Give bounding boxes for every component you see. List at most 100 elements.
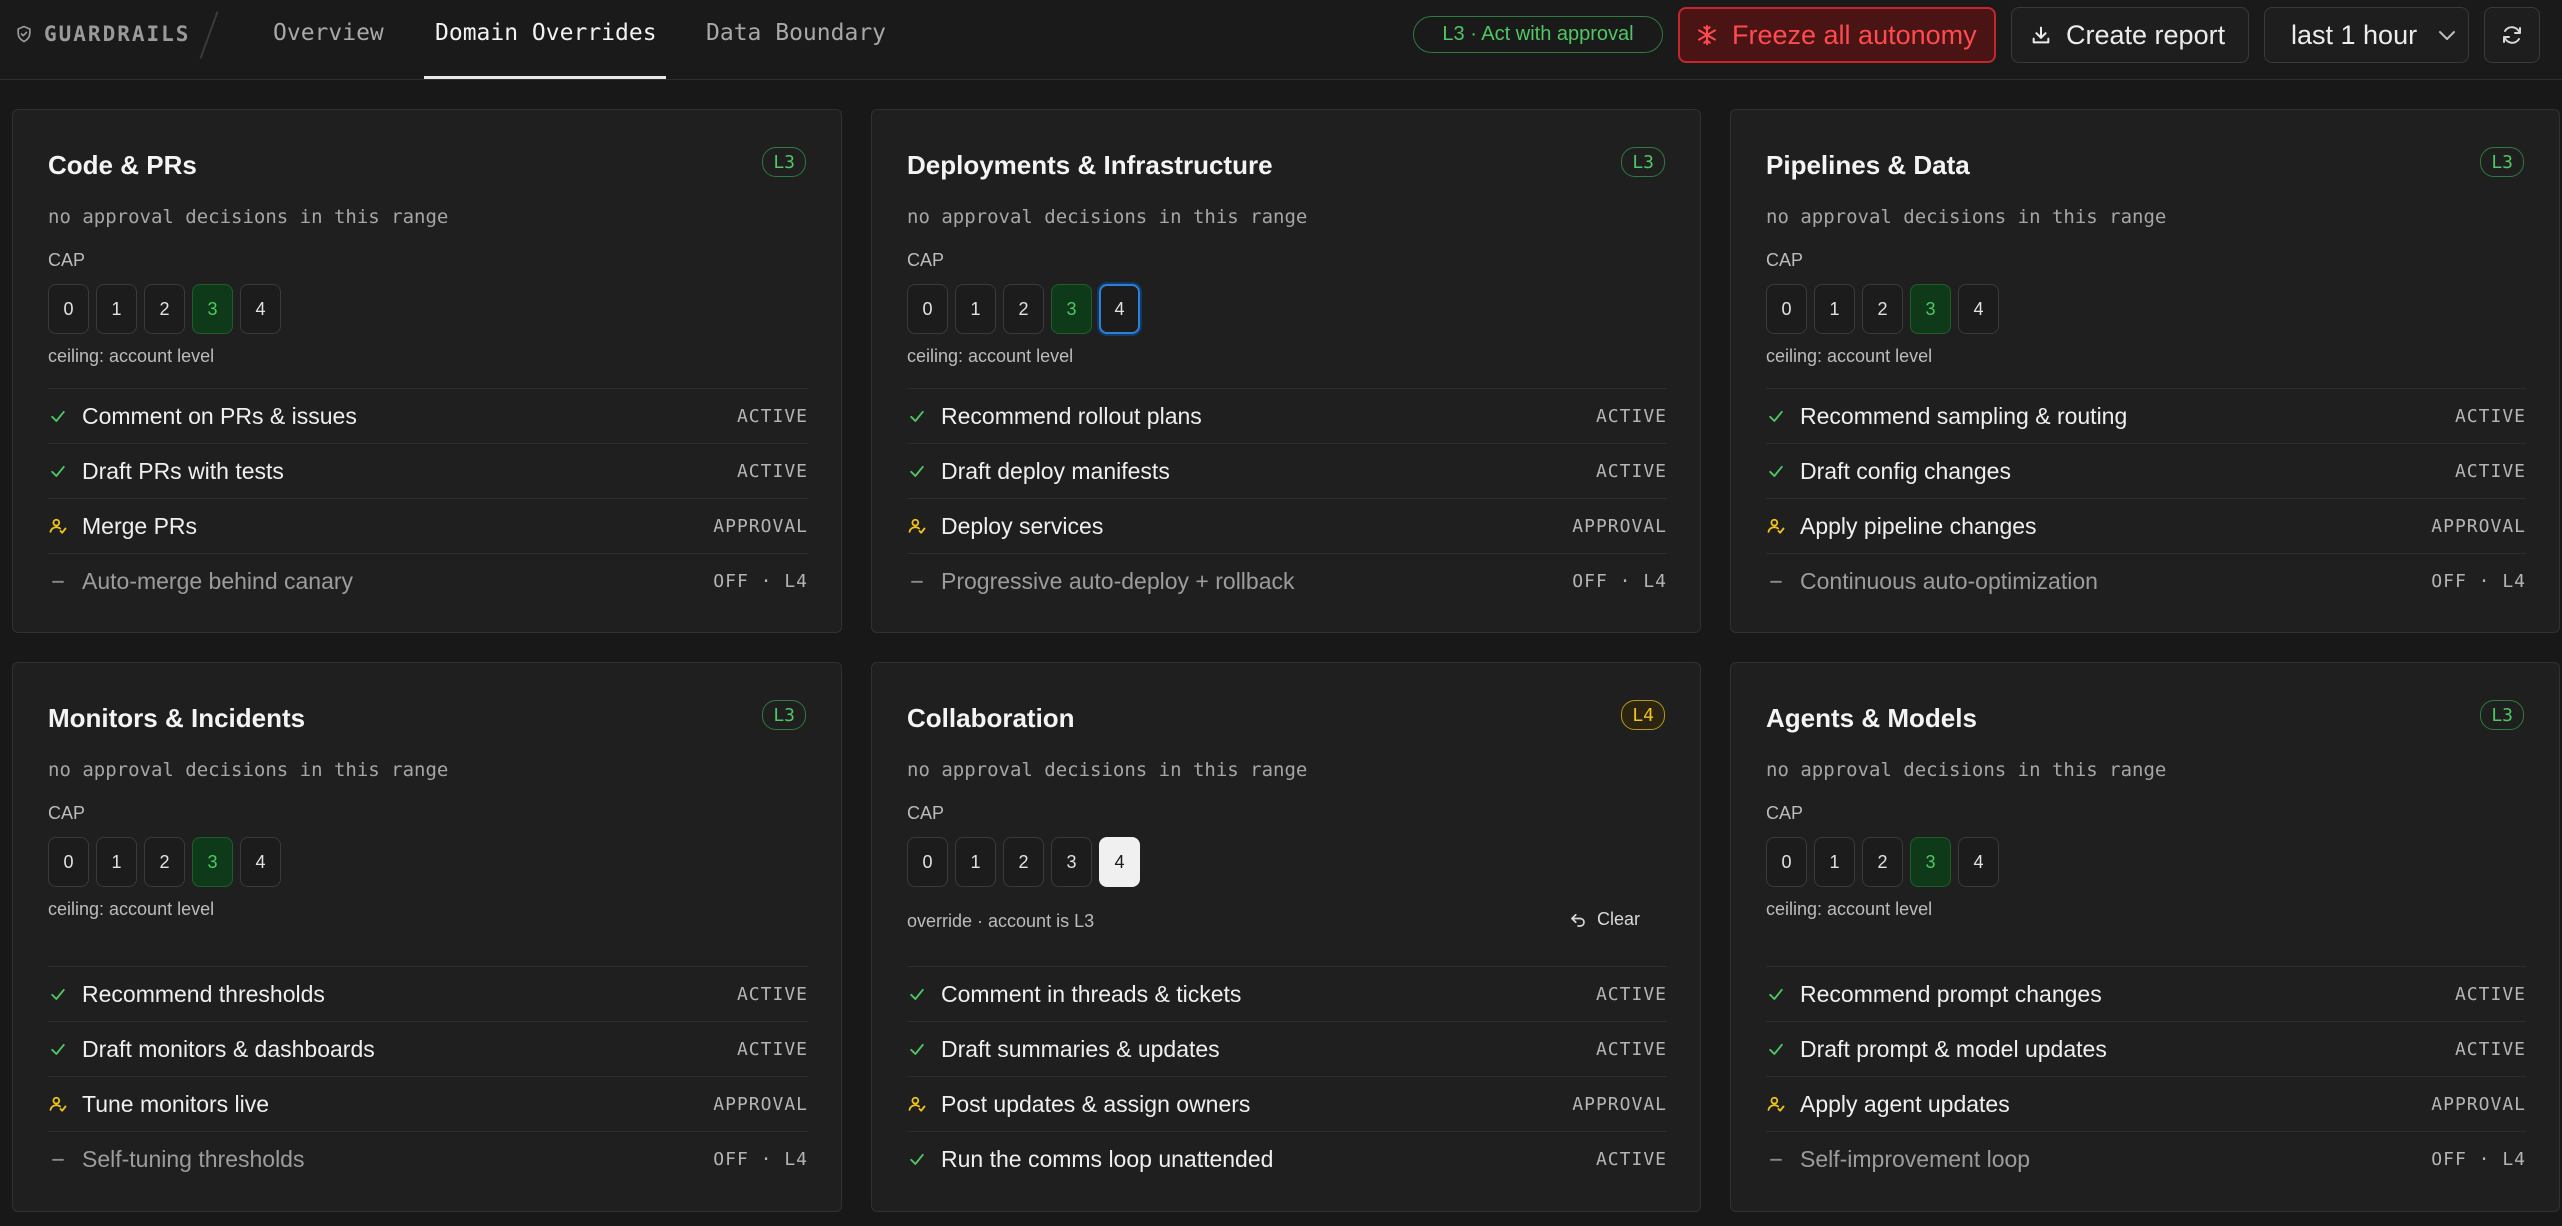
cap-option-0[interactable]: 0 xyxy=(1766,837,1807,887)
cap-option-3[interactable]: 3 xyxy=(1051,284,1092,334)
capability-status: ACTIVE xyxy=(1595,1148,1667,1170)
capability-row: Recommend sampling & routing ACTIVE xyxy=(1766,388,2526,443)
capability-name: Comment on PRs & issues xyxy=(82,402,357,429)
cap-option-1[interactable]: 1 xyxy=(1814,284,1855,334)
capability-row: Continuous auto-optimization OFF · L4 xyxy=(1766,553,2526,608)
freeze-autonomy-button[interactable]: Freeze all autonomy xyxy=(1678,7,1996,63)
ceiling-note: ceiling: account level xyxy=(907,346,1074,366)
cap-option-2[interactable]: 2 xyxy=(144,284,185,334)
check-icon xyxy=(51,988,65,1000)
capability-name: Recommend prompt changes xyxy=(1800,980,2102,1007)
capability-name: Auto-merge behind canary xyxy=(82,567,354,594)
cap-option-1[interactable]: 1 xyxy=(1814,837,1855,887)
capability-name: Draft deploy manifests xyxy=(941,457,1170,484)
cap-label: CAP xyxy=(907,803,945,823)
cap-option-2[interactable]: 2 xyxy=(1003,284,1044,334)
domain-card-agents: Agents & Models L3 no approval decisions… xyxy=(1730,662,2560,1212)
cap-option-3[interactable]: 3 xyxy=(192,837,233,887)
check-icon xyxy=(1769,988,1783,1000)
capability-row: Draft deploy manifests ACTIVE xyxy=(907,443,1667,498)
cap-option-2[interactable]: 2 xyxy=(1862,837,1903,887)
snowflake-icon xyxy=(1698,24,1716,46)
cap-option-0[interactable]: 0 xyxy=(1766,284,1807,334)
capability-status: ACTIVE xyxy=(736,1038,808,1060)
create-report-button[interactable]: Create report xyxy=(2011,7,2249,63)
cap-label: CAP xyxy=(48,250,86,270)
domain-card-pipelines: Pipelines & Data L3 no approval decision… xyxy=(1730,109,2560,633)
capability-name: Continuous auto-optimization xyxy=(1800,567,2098,594)
capability-row: Merge PRs APPROVAL xyxy=(48,498,808,553)
tab-data-boundary[interactable]: Data Boundary xyxy=(706,20,886,46)
approval-user-icon xyxy=(908,1096,926,1112)
card-title: Pipelines & Data xyxy=(1766,150,1970,180)
domain-card-deployments: Deployments & Infrastructure L3 no appro… xyxy=(871,109,1701,633)
refresh-button[interactable] xyxy=(2484,7,2540,63)
domain-card-code-prs: Code & PRs L3 no approval decisions in t… xyxy=(12,109,842,633)
cap-option-4[interactable]: 4 xyxy=(240,837,281,887)
dash-icon xyxy=(1770,580,1782,583)
capability-row: Comment on PRs & issues ACTIVE xyxy=(48,388,808,443)
capability-row: Post updates & assign owners APPROVAL xyxy=(907,1076,1667,1131)
capability-row: Run the comms loop unattended ACTIVE xyxy=(907,1131,1667,1186)
cap-option-3[interactable]: 3 xyxy=(1051,837,1092,887)
approval-summary: no approval decisions in this range xyxy=(48,759,449,781)
cap-option-1[interactable]: 1 xyxy=(955,837,996,887)
capability-name: Draft summaries & updates xyxy=(941,1035,1220,1062)
brand: GUARDRAILS xyxy=(14,22,190,46)
approval-summary: no approval decisions in this range xyxy=(1766,759,2167,781)
cap-option-3[interactable]: 3 xyxy=(1910,284,1951,334)
capability-row: Draft summaries & updates ACTIVE xyxy=(907,1021,1667,1076)
capability-name: Draft monitors & dashboards xyxy=(82,1035,375,1062)
ceiling-note: ceiling: account level xyxy=(1766,899,1933,919)
approval-user-icon xyxy=(1767,518,1785,534)
approval-summary: no approval decisions in this range xyxy=(48,206,449,228)
capability-list: Comment on PRs & issues ACTIVE Draft PRs… xyxy=(48,388,808,608)
cap-option-0[interactable]: 0 xyxy=(907,284,948,334)
capability-status: APPROVAL xyxy=(713,1093,808,1115)
capability-status: ACTIVE xyxy=(1595,983,1667,1005)
cap-option-1[interactable]: 1 xyxy=(96,837,137,887)
cap-option-1[interactable]: 1 xyxy=(955,284,996,334)
cap-option-2[interactable]: 2 xyxy=(1003,837,1044,887)
level-badge: L3 xyxy=(762,147,806,177)
capability-row: Tune monitors live APPROVAL xyxy=(48,1076,808,1131)
capability-status: ACTIVE xyxy=(736,405,808,427)
card-title: Code & PRs xyxy=(48,150,197,180)
tab-domain-overrides[interactable]: Domain Overrides xyxy=(435,20,657,46)
capability-status: OFF · L4 xyxy=(713,1148,808,1170)
cap-option-4[interactable]: 4 xyxy=(1958,837,1999,887)
time-range-select[interactable]: last 1 hour xyxy=(2264,7,2469,63)
brand-name: GUARDRAILS xyxy=(44,22,191,46)
cap-option-2[interactable]: 2 xyxy=(1862,284,1903,334)
cap-option-3[interactable]: 3 xyxy=(192,284,233,334)
capability-status: ACTIVE xyxy=(2454,405,2526,427)
cap-option-0[interactable]: 0 xyxy=(907,837,948,887)
check-icon xyxy=(910,465,924,477)
cap-option-0[interactable]: 0 xyxy=(48,837,89,887)
capability-status: APPROVAL xyxy=(713,515,808,537)
capability-name: Self-improvement loop xyxy=(1800,1145,2031,1172)
cap-selector: 0 1 2 3 4 xyxy=(907,837,1140,887)
clear-override-button[interactable]: Clear xyxy=(1569,909,1640,930)
cap-option-3[interactable]: 3 xyxy=(1910,837,1951,887)
capability-row: Draft config changes ACTIVE xyxy=(1766,443,2526,498)
capability-row: Auto-merge behind canary OFF · L4 xyxy=(48,553,808,608)
capability-name: Recommend thresholds xyxy=(82,980,325,1007)
tab-overview[interactable]: Overview xyxy=(273,20,384,46)
cap-option-0[interactable]: 0 xyxy=(48,284,89,334)
cap-option-4[interactable]: 4 xyxy=(1958,284,1999,334)
top-bar: GUARDRAILS Overview Domain Overrides Dat… xyxy=(0,0,2562,80)
cap-option-4[interactable]: 4 xyxy=(1099,284,1140,334)
cap-option-1[interactable]: 1 xyxy=(96,284,137,334)
capability-name: Draft config changes xyxy=(1800,457,2011,484)
cap-option-4[interactable]: 4 xyxy=(1099,837,1140,887)
chevron-down-icon xyxy=(2439,31,2456,40)
capability-status: ACTIVE xyxy=(2454,460,2526,482)
account-level-pill: L3 · Act with approval xyxy=(1413,16,1663,53)
cap-option-2[interactable]: 2 xyxy=(144,837,185,887)
check-icon xyxy=(51,410,65,422)
cap-option-4[interactable]: 4 xyxy=(240,284,281,334)
capability-row: Apply pipeline changes APPROVAL xyxy=(1766,498,2526,553)
card-title: Monitors & Incidents xyxy=(48,703,306,733)
cap-label: CAP xyxy=(1766,250,1804,270)
